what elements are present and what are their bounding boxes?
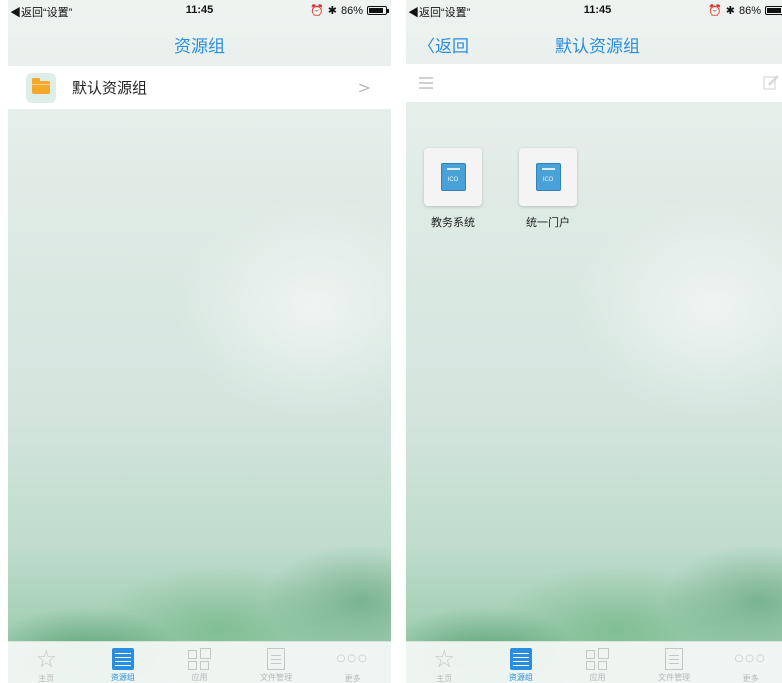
right-screen: ◀返回“设置” 11:45 ⏰ ✱ 86% 〈返回 默认资源组 ICO 教务系统	[406, 0, 782, 683]
tab-label: 更多	[742, 674, 759, 683]
status-bar: ◀返回“设置” 11:45 ⏰ ✱ 86%	[406, 0, 782, 22]
status-bar: ◀返回“设置” 11:45 ⏰ ✱ 86%	[8, 0, 391, 22]
file-icon	[665, 647, 684, 670]
tab-more[interactable]: ○○○ 更多	[314, 642, 391, 683]
app-icon-text: ICO	[447, 177, 459, 183]
app-icon-text: ICO	[542, 177, 554, 183]
bluetooth-icon: ✱	[725, 5, 735, 17]
tab-apps[interactable]: 应用	[161, 642, 238, 683]
battery-percent: 86%	[340, 4, 363, 17]
tab-label: 主页	[436, 674, 453, 683]
chevron-right-icon: >	[357, 78, 371, 97]
list-item-default-group[interactable]: 默认资源组 >	[8, 66, 391, 109]
alarm-icon: ⏰	[708, 5, 722, 17]
bluetooth-icon: ✱	[327, 5, 337, 17]
list-item-label: 默认资源组	[72, 79, 148, 97]
tab-label: 应用	[589, 673, 606, 682]
tab-label: 主页	[38, 674, 55, 683]
list-view-icon[interactable]	[419, 77, 433, 89]
page-title: 资源组	[174, 37, 225, 57]
tab-home[interactable]: ☆ 主页	[8, 642, 85, 683]
tab-label: 文件管理	[658, 673, 691, 682]
battery-icon	[367, 6, 389, 15]
tab-apps[interactable]: 应用	[559, 642, 636, 683]
app-name: 统一门户	[526, 216, 570, 229]
alarm-icon: ⏰	[310, 5, 324, 17]
more-icon: ○○○	[734, 653, 767, 664]
file-icon	[267, 647, 286, 670]
tab-resource-groups[interactable]: 资源组	[85, 642, 162, 683]
tab-label: 资源组	[508, 673, 533, 682]
nav-bar: 资源组	[8, 22, 391, 64]
app-icon-box: ICO	[424, 148, 482, 206]
status-right: ⏰ ✱ 86%	[708, 4, 782, 17]
app-tile-academic-system[interactable]: ICO 教务系统	[422, 148, 484, 230]
apps-grid-icon	[586, 647, 610, 670]
page-title: 默认资源组	[555, 37, 640, 57]
tab-label: 资源组	[110, 673, 135, 682]
tab-bar: ☆ 主页 资源组 应用 文件管理 ○○○ 更多	[8, 641, 391, 683]
tab-file-manager[interactable]: 文件管理	[238, 642, 315, 683]
app-icon-box: ICO	[519, 148, 577, 206]
app-book-icon: ICO	[535, 163, 561, 191]
edit-icon[interactable]	[763, 74, 779, 90]
app-tile-unified-portal[interactable]: ICO 统一门户	[517, 148, 579, 230]
tab-label: 更多	[344, 674, 361, 683]
tab-bar: ☆ 主页 资源组 应用 文件管理 ○○○ 更多	[406, 641, 782, 683]
tab-resource-groups[interactable]: 资源组	[483, 642, 560, 683]
star-icon: ☆	[35, 645, 58, 673]
tab-label: 文件管理	[260, 673, 293, 682]
status-right: ⏰ ✱ 86%	[310, 4, 389, 17]
nav-bar: 〈返回 默认资源组	[406, 22, 782, 64]
toolbar	[406, 64, 782, 102]
apps-grid-icon	[188, 647, 212, 670]
left-screen: ◀返回“设置” 11:45 ⏰ ✱ 86% 资源组 默认资源组 > ☆ 主页 资…	[8, 0, 391, 683]
resource-list-icon	[509, 647, 532, 670]
folder-icon	[26, 72, 56, 103]
battery-icon	[765, 6, 782, 15]
tab-label: 应用	[191, 673, 208, 682]
app-book-icon: ICO	[440, 163, 466, 191]
tab-more[interactable]: ○○○ 更多	[712, 642, 782, 683]
resource-list-icon	[111, 647, 134, 670]
star-icon: ☆	[433, 645, 456, 673]
more-icon: ○○○	[336, 653, 369, 664]
tab-home[interactable]: ☆ 主页	[406, 642, 483, 683]
tab-file-manager[interactable]: 文件管理	[636, 642, 713, 683]
app-name: 教务系统	[431, 216, 475, 229]
battery-percent: 86%	[738, 4, 761, 17]
